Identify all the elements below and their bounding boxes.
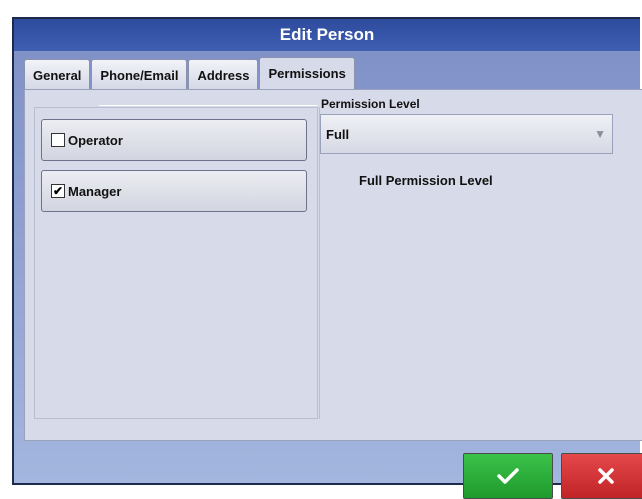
operator-checkbox[interactable] — [51, 133, 65, 147]
ok-button[interactable] — [463, 453, 553, 499]
tab-address[interactable]: Address — [188, 59, 259, 90]
x-icon — [598, 468, 614, 484]
tab-permissions[interactable]: Permissions — [259, 57, 355, 89]
manager-label: Manager — [68, 183, 122, 199]
permission-level-select[interactable]: Full ▼ — [320, 114, 613, 154]
tab-phone-email[interactable]: Phone/Email — [91, 59, 188, 90]
operator-label: Operator — [68, 132, 123, 148]
permission-description: Full Permission Level — [359, 173, 493, 188]
role-list-divider — [99, 105, 317, 106]
dropdown-arrow-icon: ▼ — [594, 127, 606, 141]
dialog-title-text: Edit Person — [279, 25, 375, 44]
manager-role-button[interactable]: ✔ Manager — [41, 170, 307, 212]
cancel-button[interactable] — [561, 453, 642, 499]
permission-level-value: Full — [326, 126, 350, 142]
checkmark-icon — [497, 468, 519, 484]
tab-general[interactable]: General — [24, 59, 91, 90]
operator-role-button[interactable]: Operator — [41, 119, 307, 161]
permissions-panel: Operator ✔ Manager Permission Level Full… — [24, 89, 642, 441]
tab-bar: General Phone/Email Address Permissions — [24, 57, 356, 90]
edit-person-dialog: Edit Person General Phone/Email Address … — [12, 17, 642, 499]
manager-checkbox[interactable]: ✔ — [51, 184, 65, 198]
dialog-title: Edit Person — [14, 19, 640, 51]
permission-level-title: Permission Level — [321, 97, 420, 111]
